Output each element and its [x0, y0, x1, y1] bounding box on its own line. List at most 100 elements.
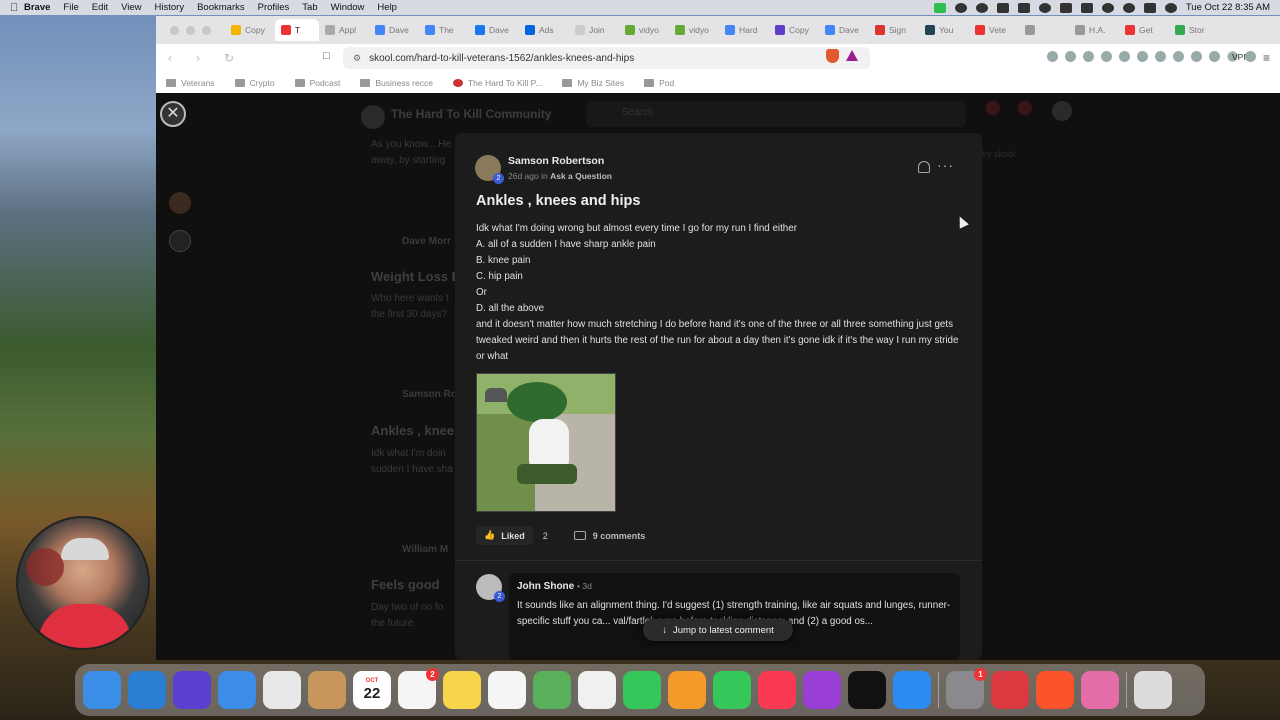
comment-author[interactable]: John Shone [517, 581, 574, 592]
extension-icon[interactable] [1046, 51, 1058, 62]
post-category[interactable]: Ask a Question [550, 171, 612, 181]
menu-history[interactable]: History [155, 2, 185, 13]
tv-icon[interactable] [848, 671, 886, 709]
wifi-icon[interactable] [1101, 2, 1114, 13]
screen-app-icon[interactable] [1081, 671, 1119, 709]
extension-icon[interactable] [1118, 51, 1130, 62]
bell-icon[interactable] [918, 161, 930, 173]
menu-help[interactable]: Help [377, 2, 397, 13]
tab[interactable]: Sign [869, 19, 919, 41]
brave-icon[interactable] [1036, 671, 1074, 709]
music-icon[interactable] [758, 671, 796, 709]
brave-shields-icon[interactable] [826, 49, 839, 63]
bookmark-folder[interactable]: My Biz Sites [562, 78, 624, 88]
trash-icon[interactable] [1134, 671, 1172, 709]
photos-icon[interactable] [578, 671, 616, 709]
safari-icon[interactable] [128, 671, 166, 709]
calendar-icon[interactable]: OCT 22 [353, 671, 391, 709]
menu-app-name[interactable]: Brave [24, 2, 50, 13]
bookmark-folder[interactable]: Veterans [166, 78, 215, 88]
tab[interactable]: Dave [819, 19, 869, 41]
tab[interactable]: The [419, 19, 469, 41]
brave-rewards-icon[interactable] [846, 50, 858, 61]
tab[interactable]: Hard [719, 19, 769, 41]
menu-icon[interactable] [1059, 2, 1072, 13]
forward-icon[interactable]: › [196, 51, 212, 65]
jump-to-latest-button[interactable]: ↓ Jump to latest comment [643, 619, 793, 641]
menu-profiles[interactable]: Profiles [258, 2, 290, 13]
facetime-icon[interactable] [933, 2, 946, 13]
notifications-icon[interactable] [1018, 101, 1032, 115]
extension-icon[interactable] [1136, 51, 1148, 62]
notes-icon[interactable] [443, 671, 481, 709]
tab[interactable]: Join [569, 19, 619, 41]
extension-icon[interactable] [1172, 51, 1184, 62]
control-center-icon[interactable] [1143, 2, 1156, 13]
feed-post-title[interactable]: Ankles , knee [371, 423, 454, 438]
bookmark-folder[interactable]: Crypto [234, 78, 275, 88]
bookmark-folder[interactable]: Business recce [360, 78, 433, 88]
drive-icon[interactable] [996, 2, 1009, 13]
bookmark-icon[interactable]: □ [323, 50, 330, 62]
reload-icon[interactable]: ↻ [224, 51, 240, 65]
chat-icon[interactable] [986, 101, 1000, 115]
extension-icon[interactable] [1154, 51, 1166, 62]
menu-view[interactable]: View [121, 2, 141, 13]
post-author[interactable]: Samson Robertson [508, 155, 604, 167]
messages-icon[interactable] [623, 671, 661, 709]
tab[interactable]: You [919, 19, 969, 41]
community-name[interactable]: The Hard To Kill Community [391, 107, 551, 121]
feed-post-title[interactable]: Feels good [371, 577, 440, 592]
launchpad-icon[interactable] [263, 671, 301, 709]
menu-window[interactable]: Window [331, 2, 365, 13]
back-icon[interactable]: ‹ [168, 51, 184, 65]
post-image[interactable] [476, 373, 616, 512]
side-avatar[interactable] [169, 230, 191, 252]
podcasts-icon[interactable] [803, 671, 841, 709]
more-options-icon[interactable]: ··· [937, 157, 954, 173]
reminders-icon[interactable]: 2 [398, 668, 439, 709]
tab[interactable]: vidyo [619, 19, 669, 41]
tab[interactable]: Copy [769, 19, 819, 41]
site-settings-icon[interactable]: ⚙ [353, 53, 361, 64]
menu-tab[interactable]: Tab [302, 2, 317, 13]
address-bar[interactable]: ⚙ skool.com/hard-to-kill-veterans-1562/a… [343, 47, 870, 69]
extension-icon[interactable] [1082, 51, 1094, 62]
extension-icon[interactable] [1190, 51, 1202, 62]
play-icon[interactable] [1038, 2, 1051, 13]
extension-icon[interactable] [1064, 51, 1076, 62]
maps-icon[interactable] [533, 671, 571, 709]
hamburger-menu-icon[interactable]: ≡ [1263, 51, 1270, 65]
search-bar[interactable]: Search [586, 101, 966, 127]
tab[interactable]: Get [1119, 19, 1169, 41]
mail-icon[interactable] [218, 671, 256, 709]
tab[interactable]: Dave [369, 19, 419, 41]
like-button[interactable]: 👍 Liked [476, 526, 533, 545]
tab[interactable]: H.A. [1069, 19, 1119, 41]
user-avatar[interactable] [1052, 101, 1072, 121]
side-avatar[interactable] [169, 192, 191, 214]
like-count[interactable]: 2 [543, 531, 548, 541]
minimize-window-button[interactable] [186, 25, 195, 35]
search-icon[interactable] [1122, 2, 1135, 13]
tab[interactable]: Copy [225, 19, 275, 41]
gear-icon[interactable] [954, 2, 967, 13]
close-window-button[interactable] [170, 25, 179, 35]
battery-icon[interactable] [1080, 2, 1093, 13]
apple-icon[interactable]:  [10, 2, 24, 14]
tab[interactable]: Ads [519, 19, 569, 41]
system-settings-icon[interactable]: 1 [946, 668, 987, 709]
pages-icon[interactable] [668, 671, 706, 709]
profile-icon[interactable] [1244, 51, 1256, 62]
comments-button[interactable]: 9 comments [573, 531, 645, 541]
finder-icon[interactable] [83, 671, 121, 709]
bookmark-folder[interactable]: Pod [644, 78, 674, 88]
url-text[interactable]: skool.com/hard-to-kill-veterans-1562/ank… [369, 53, 634, 64]
freeform-icon[interactable] [488, 671, 526, 709]
zoom-window-button[interactable] [202, 25, 211, 35]
tab[interactable] [1019, 19, 1069, 41]
bookmark-folder[interactable]: Podcast [294, 78, 340, 88]
contacts-icon[interactable] [308, 671, 346, 709]
vpn-button[interactable]: VPN [1226, 51, 1249, 62]
tab[interactable]: Appl [319, 19, 369, 41]
